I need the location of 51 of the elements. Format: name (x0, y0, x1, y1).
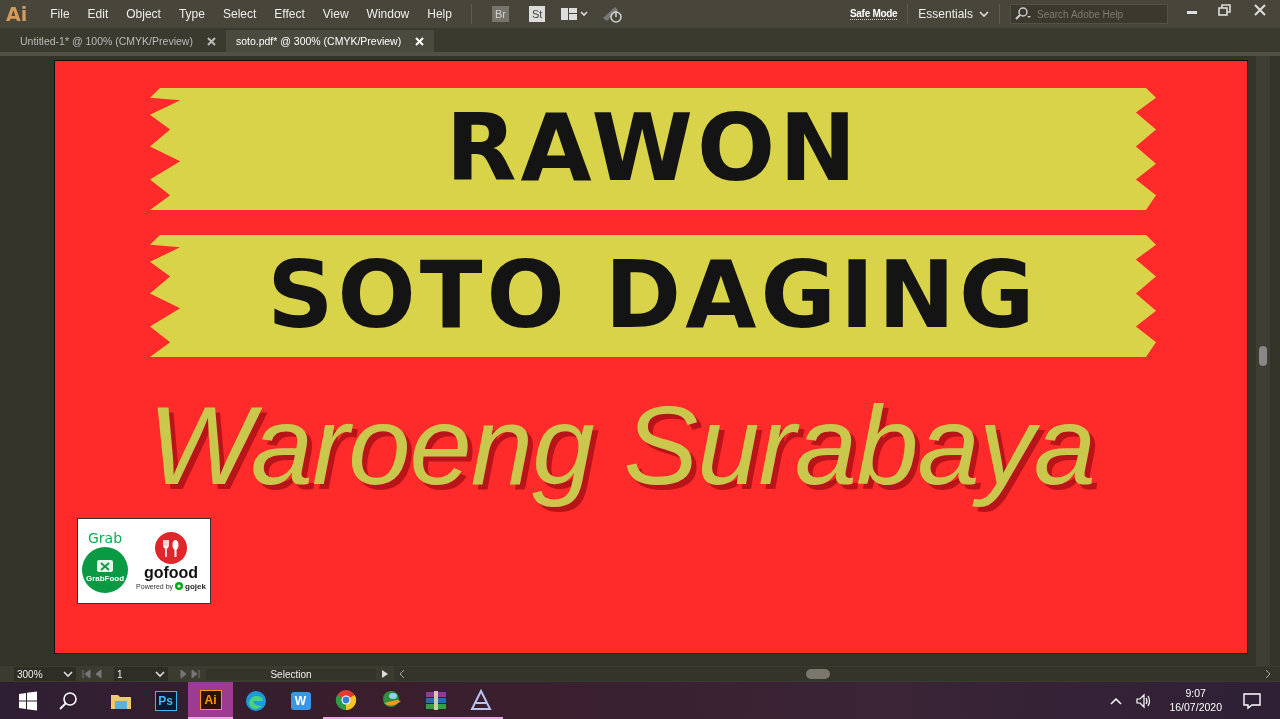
safe-mode-link[interactable]: Safe Mode (850, 8, 898, 20)
menu-item[interactable]: Window (357, 7, 419, 21)
menu-item[interactable]: Edit (78, 7, 118, 21)
chevron-icon (155, 670, 165, 678)
horizontal-scrollbar[interactable] (394, 667, 1280, 681)
grab-logo-text: Grab (88, 529, 123, 546)
scroll-left-icon (398, 669, 406, 679)
edge-icon (244, 689, 267, 712)
grabfood-badge: GrabFood (82, 546, 129, 593)
layout-icon[interactable] (561, 7, 590, 21)
app-logo[interactable]: Ai (6, 3, 28, 25)
fork-spoon-icon (155, 531, 188, 564)
page-field[interactable]: 1 (114, 667, 168, 681)
taskbar-app[interactable]: Ps (143, 682, 188, 719)
current-tool-label: Selection (206, 668, 376, 680)
search-icon[interactable] (58, 690, 78, 711)
workspace-switcher[interactable]: Essentials (918, 7, 989, 21)
gofood-logo-text: gofood (143, 564, 199, 581)
gojek-icon (175, 582, 184, 590)
play-icon[interactable] (380, 669, 390, 679)
menu-item[interactable]: Type (169, 7, 214, 21)
notifications-icon[interactable] (1242, 691, 1262, 710)
windows-start-icon[interactable] (18, 690, 38, 711)
stacked-books-icon (423, 689, 448, 710)
menu-item[interactable]: View (313, 7, 358, 21)
zoom-field[interactable]: 300% (14, 667, 76, 681)
search-field[interactable]: Search Adobe Help (1010, 4, 1168, 24)
chevron-icon (63, 670, 73, 678)
banner-text: SOTO DAGING (267, 250, 1039, 342)
close-icon[interactable] (206, 36, 216, 46)
menu-item[interactable]: Effect (265, 7, 314, 21)
taskbar-app[interactable]: Ai (188, 682, 233, 719)
document-tab[interactable]: Untitled-1* @ 100% (CMYK/Preview) (10, 30, 226, 52)
clock[interactable]: 9:07 16/07/2020 (1169, 686, 1222, 715)
scrollbar-thumb[interactable] (806, 669, 830, 679)
scroll-right-icon (1264, 669, 1272, 679)
menu-item[interactable]: Object (117, 7, 170, 21)
vertical-scrollbar[interactable] (1256, 56, 1270, 666)
menu-item[interactable]: File (41, 7, 79, 21)
chevron-up-icon[interactable] (1109, 695, 1124, 706)
document-tab[interactable]: soto.pdf* @ 300% (CMYK/Preview) (225, 30, 435, 52)
menu-item[interactable]: Help (418, 7, 461, 21)
chevron-icon (979, 10, 989, 18)
chrome-icon (334, 688, 357, 711)
gojek-logo-text: gojek (185, 581, 206, 591)
headline: Waroeng Surabaya (148, 382, 1096, 510)
triangle-logo-icon (469, 688, 492, 711)
menu-item[interactable]: Select (213, 7, 266, 21)
stock-button[interactable]: St (528, 6, 546, 22)
banner-text: RAWON (445, 103, 861, 195)
scrollbar-thumb[interactable] (1259, 346, 1267, 366)
